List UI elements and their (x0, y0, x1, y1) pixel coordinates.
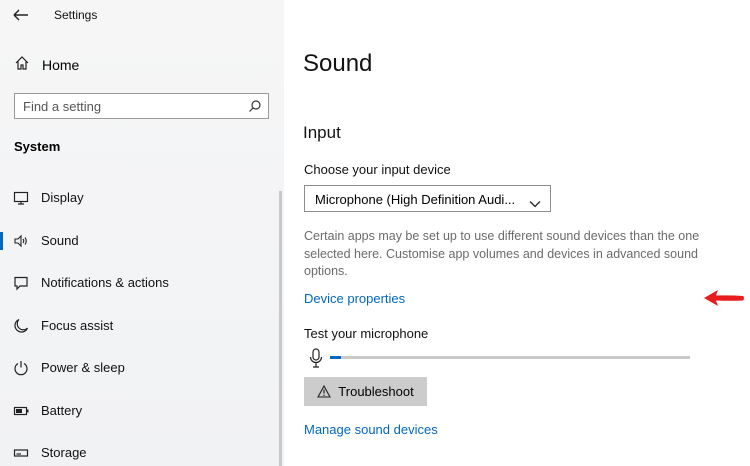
monitor-icon (13, 190, 29, 206)
home-nav-item[interactable]: Home (14, 54, 274, 76)
mic-level-meter (330, 356, 690, 359)
sidebar-item-power-sleep[interactable]: Power & sleep (0, 353, 280, 383)
sidebar: Settings Home System Display Sound Notif… (0, 0, 284, 466)
choose-device-label: Choose your input device (304, 162, 451, 177)
sidebar-item-storage[interactable]: Storage (0, 438, 280, 466)
microphone-icon (309, 348, 323, 368)
notification-icon (13, 275, 29, 291)
test-microphone-label: Test your microphone (304, 326, 429, 341)
page-title: Sound (303, 50, 373, 77)
home-label: Home (42, 57, 80, 73)
device-properties-link[interactable]: Device properties (304, 291, 405, 306)
sidebar-item-label: Power & sleep (41, 360, 125, 375)
app-title: Settings (54, 8, 98, 22)
input-heading: Input (303, 123, 341, 142)
sidebar-item-display[interactable]: Display (0, 183, 280, 213)
red-arrow-icon (702, 288, 746, 308)
sidebar-item-notifications[interactable]: Notifications & actions (0, 268, 280, 298)
title-bar: Settings (0, 0, 284, 30)
troubleshoot-button[interactable]: Troubleshoot (304, 377, 427, 406)
search-icon[interactable] (248, 99, 262, 113)
sidebar-item-label: Sound (41, 233, 79, 248)
sidebar-item-label: Notifications & actions (41, 275, 169, 290)
sidebar-item-focus-assist[interactable]: Focus assist (0, 311, 280, 341)
sidebar-item-sound[interactable]: Sound (0, 226, 280, 256)
power-icon (13, 360, 29, 376)
back-arrow-icon[interactable] (12, 6, 32, 24)
main-panel: Sound Input Choose your input device Mic… (284, 0, 750, 466)
selected-device-value: Microphone (High Definition Audi... (315, 192, 516, 207)
battery-icon (13, 403, 29, 419)
sidebar-item-label: Storage (41, 445, 87, 460)
mic-level-fill (330, 356, 341, 359)
manage-sound-devices-link[interactable]: Manage sound devices (304, 422, 438, 437)
section-heading-system: System (14, 139, 61, 154)
sidebar-item-label: Focus assist (41, 318, 114, 333)
active-indicator (0, 232, 3, 250)
moon-icon (13, 318, 29, 334)
warning-icon (317, 384, 332, 398)
search-input[interactable] (23, 98, 243, 115)
home-icon (14, 55, 30, 76)
troubleshoot-label: Troubleshoot (338, 384, 414, 399)
sidebar-item-battery[interactable]: Battery (0, 396, 280, 426)
search-box[interactable] (14, 93, 269, 119)
storage-icon (13, 445, 29, 461)
sidebar-item-label: Display (41, 190, 84, 205)
chevron-down-icon (529, 195, 541, 208)
sidebar-scrollbar[interactable] (279, 191, 282, 466)
input-device-dropdown[interactable]: Microphone (High Definition Audi... (304, 185, 551, 212)
input-device-description: Certain apps may be set up to use differ… (304, 229, 700, 278)
sidebar-item-label: Battery (41, 403, 83, 418)
speaker-icon (13, 233, 29, 249)
